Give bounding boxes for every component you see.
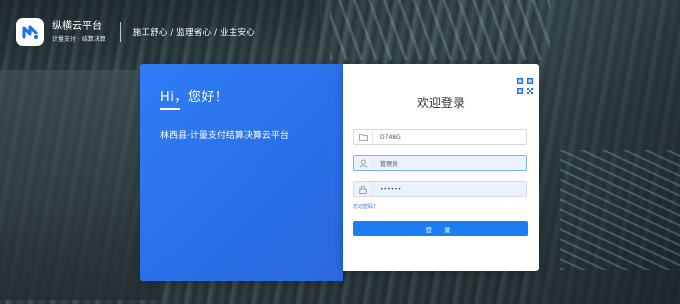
password-field[interactable]: •••••• xyxy=(353,181,527,197)
login-card: 欢迎登录 D748G 管理员 •••••• 忘记密码? 登 录 xyxy=(343,64,539,271)
brand-title: 纵横云平台 xyxy=(52,20,102,32)
username-value: 管理员 xyxy=(380,160,399,168)
zongheng-logo-icon xyxy=(16,18,44,46)
background-scenery xyxy=(330,0,550,60)
background-scenery xyxy=(560,150,680,270)
forgot-password-link[interactable]: 忘记密码? xyxy=(353,203,376,210)
login-button[interactable]: 登 录 xyxy=(353,221,528,236)
qr-code-icon[interactable] xyxy=(515,76,535,96)
password-value: •••••• xyxy=(380,185,402,193)
platform-name: 林西县·计量支付结算决算云平台 xyxy=(160,131,289,141)
welcome-panel: Hi，您好！ 林西县·计量支付结算决算云平台 xyxy=(140,64,343,281)
project-code-field[interactable]: D748G xyxy=(353,129,527,145)
brand-slogan: 施工舒心 / 监理省心 / 业主安心 xyxy=(132,28,255,38)
project-code-value: D748G xyxy=(380,133,401,141)
divider xyxy=(119,22,121,42)
greeting: Hi，您好！ xyxy=(160,90,229,105)
background-scenery xyxy=(0,70,160,300)
brand-header: 纵横云平台 计量支付 · 结算决算 施工舒心 / 监理省心 / 业主安心 xyxy=(16,18,255,46)
login-title: 欢迎登录 xyxy=(416,96,465,110)
brand-subtitle: 计量支付 · 结算决算 xyxy=(52,35,106,43)
folder-icon xyxy=(354,130,373,144)
user-icon xyxy=(354,156,373,170)
greeting-underline xyxy=(160,108,180,110)
username-field[interactable]: 管理员 xyxy=(353,155,527,171)
lock-icon xyxy=(354,182,373,196)
